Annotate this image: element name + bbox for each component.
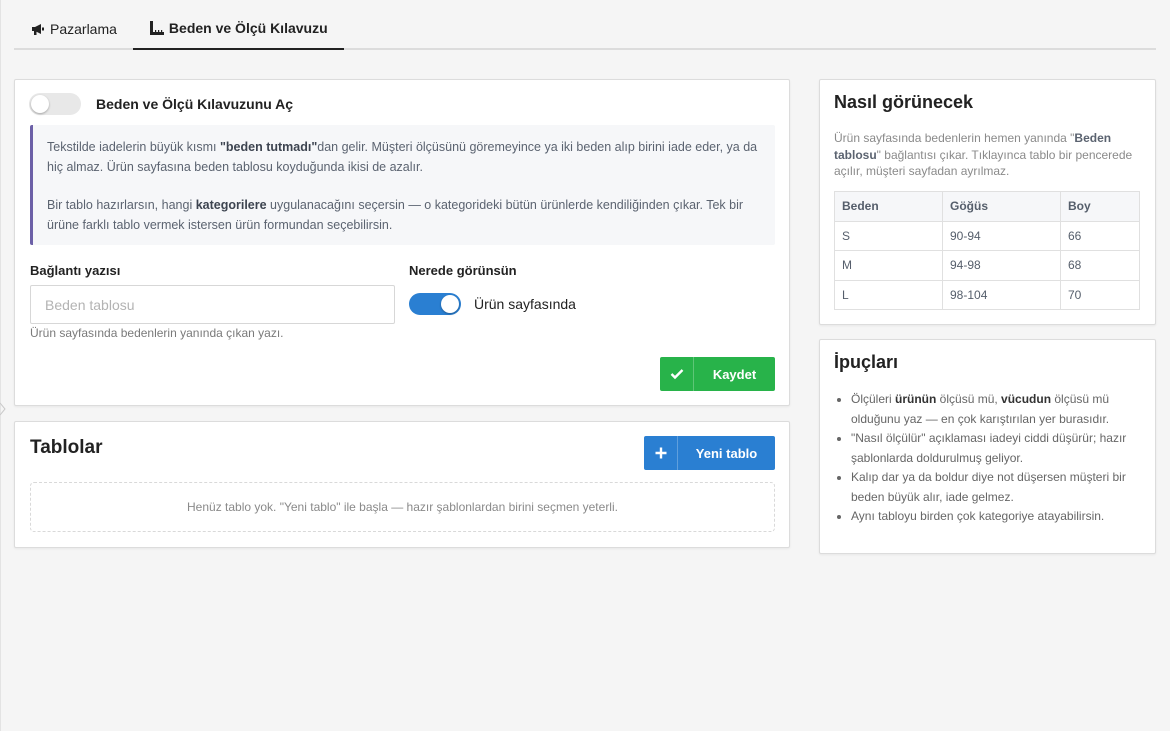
table-cell: 94-98: [942, 250, 1061, 281]
table-cell: 66: [1060, 220, 1140, 251]
link-text-help: Ürün sayfasında bedenlerin yanında çıkan…: [30, 326, 284, 340]
preview-description: Ürün sayfasında bedenlerin hemen yanında…: [834, 131, 1133, 178]
save-button-label: Kaydet: [712, 366, 757, 382]
info-paragraph-1: Tekstilde iadelerin büyük kısmı "beden t…: [47, 140, 758, 174]
tip-item: Kalıp dar ya da boldur diye not düşersen…: [851, 468, 1141, 507]
tab-pazarlama[interactable]: Pazarlama: [14, 8, 133, 50]
table-row: S 90-94 66: [834, 220, 1140, 251]
toggle-knob: [31, 95, 49, 113]
placement-toggle[interactable]: [409, 293, 461, 315]
table-cell: M: [834, 250, 943, 281]
table-row: L 98-104 70: [834, 279, 1140, 310]
link-text-label: Bağlantı yazısı: [30, 263, 121, 278]
table-cell: 68: [1060, 250, 1140, 281]
table-row: M 94-98 68: [834, 250, 1140, 281]
plus-icon: [644, 436, 678, 470]
tips-list: Ölçüleri ürünün ölçüsü mü, vücudun ölçüs…: [851, 390, 1141, 527]
megaphone-icon: [32, 24, 44, 35]
column-header: Göğüs: [942, 191, 1061, 222]
collapse-arrow-icon[interactable]: [0, 402, 6, 416]
check-icon: [660, 357, 694, 391]
tab-beden-olcu[interactable]: Beden ve Ölçü Kılavuzu: [132, 8, 344, 50]
tables-card: Tablolar Yeni tablo Henüz tablo yok. "Ye…: [14, 421, 790, 548]
table-cell: 70: [1060, 279, 1140, 310]
tip-item: "Nasıl ölçülür" açıklaması iadeyi ciddi …: [851, 429, 1141, 468]
tip-item: Aynı tabloyu birden çok kategoriye ataya…: [851, 507, 1141, 527]
tip-item: Ölçüleri ürünün ölçüsü mü, vücudun ölçüs…: [851, 390, 1141, 429]
settings-card: Beden ve Ölçü Kılavuzunu Aç Tekstilde ia…: [14, 79, 790, 406]
toggle-knob: [441, 295, 459, 313]
column-header: Boy: [1060, 191, 1140, 222]
table-cell: L: [834, 279, 943, 310]
tab-bar: Pazarlama Beden ve Ölçü Kılavuzu: [14, 8, 1156, 50]
enable-guide-label: Beden ve Ölçü Kılavuzunu Aç: [96, 96, 294, 112]
table-header-row: Beden Göğüs Boy: [834, 191, 1140, 222]
placement-row: Ürün sayfasında: [409, 293, 576, 315]
placement-label: Nerede görünsün: [409, 263, 517, 278]
new-table-button[interactable]: Yeni tablo: [644, 436, 775, 470]
tables-title: Tablolar: [30, 437, 103, 458]
tab-label: Beden ve Ölçü Kılavuzu: [168, 20, 328, 36]
preview-card: Nasıl görünecek Ürün sayfasında bedenler…: [819, 79, 1156, 325]
window-left-edge: [0, 0, 1, 731]
info-box: Tekstilde iadelerin büyük kısmı "beden t…: [30, 125, 775, 245]
table-cell: S: [834, 220, 943, 251]
empty-state-text: Henüz tablo yok. "Yeni tablo" ile başla …: [187, 500, 618, 514]
save-button[interactable]: Kaydet: [660, 357, 775, 391]
size-table-preview: Beden Göğüs Boy S 90-94 66 M 94-98 68 L …: [834, 191, 1140, 310]
column-header: Beden: [834, 191, 943, 222]
ruler-icon: [149, 21, 164, 35]
info-paragraph-2: Bir tablo hazırlarsın, hangi kategoriler…: [47, 198, 744, 232]
link-text-input[interactable]: [30, 285, 395, 324]
placement-option-label: Ürün sayfasında: [474, 296, 576, 312]
table-cell: 90-94: [942, 220, 1061, 251]
enable-guide-toggle[interactable]: [29, 93, 81, 115]
new-table-button-label: Yeni tablo: [695, 445, 758, 461]
empty-state: Henüz tablo yok. "Yeni tablo" ile başla …: [30, 482, 775, 532]
preview-title: Nasıl görünecek: [834, 92, 974, 112]
enable-row: Beden ve Ölçü Kılavuzunu Aç: [29, 93, 293, 115]
tab-label: Pazarlama: [50, 21, 117, 37]
tips-card: İpuçları Ölçüleri ürünün ölçüsü mü, vücu…: [819, 339, 1156, 554]
table-cell: 98-104: [942, 279, 1061, 310]
tips-title: İpuçları: [834, 352, 899, 372]
